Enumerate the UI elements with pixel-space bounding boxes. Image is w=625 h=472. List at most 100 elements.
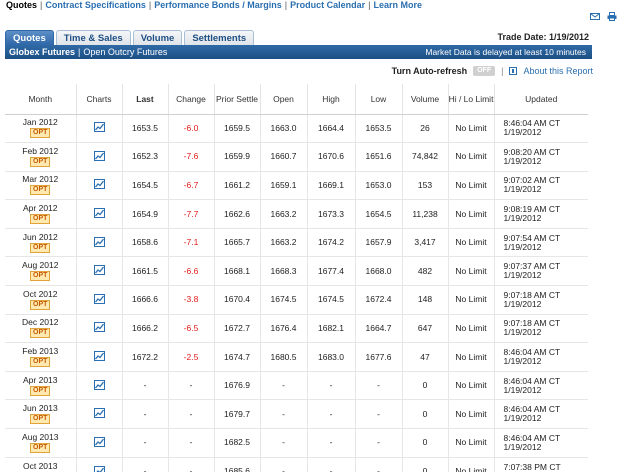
mail-icon[interactable]: [590, 12, 600, 21]
contract-month[interactable]: Apr 2012: [5, 204, 76, 213]
contract-month[interactable]: Apr 2013: [5, 375, 76, 385]
open-cell: 1660.7: [259, 142, 307, 172]
chart-icon[interactable]: [93, 436, 105, 447]
tab-volume[interactable]: Volume: [132, 30, 183, 45]
options-badge[interactable]: OPT: [30, 442, 51, 453]
table-row: Jan 2012 OPT 1653.5 -6.0 1659.5 1663.0 1664.4 1…: [5, 113, 588, 143]
chart-cell: [75, 227, 122, 257]
change-cell: -7.1: [167, 227, 214, 257]
options-badge[interactable]: OPT: [30, 214, 51, 225]
options-badge[interactable]: OPT: [30, 242, 51, 253]
chart-icon[interactable]: [93, 465, 105, 472]
chart-icon[interactable]: [93, 179, 105, 190]
chart-icon[interactable]: [93, 208, 105, 219]
updated-cell: 8:46:04 AM CT 1/19/2012: [493, 370, 588, 400]
updated-cell: 8:46:04 AM CT 1/19/2012: [493, 113, 588, 143]
chart-icon[interactable]: [93, 351, 105, 362]
contract-month[interactable]: Oct 2013: [5, 461, 76, 471]
chart-cell: [75, 428, 122, 458]
tab-settlements[interactable]: Settlements: [184, 30, 255, 45]
contract-month[interactable]: Jun 2013: [5, 404, 76, 413]
updated-date: 1/19/2012: [503, 384, 542, 395]
options-badge[interactable]: OPT: [30, 385, 51, 396]
refresh-separator: |: [501, 66, 504, 76]
volume-cell: 148: [401, 285, 448, 315]
contract-month[interactable]: Aug 2013: [5, 432, 76, 442]
table-row: Jun 2012 OPT 1658.6 -7.1 1665.7 1663.2 1674.2 1…: [5, 227, 588, 257]
contract-month[interactable]: Feb 2012: [5, 146, 76, 156]
print-icon[interactable]: [607, 12, 617, 21]
high-cell: 1682.1: [306, 313, 355, 343]
options-badge[interactable]: OPT: [30, 156, 51, 167]
trade-date: Trade Date: 1/19/2012: [497, 32, 589, 42]
chart-icon[interactable]: [93, 150, 105, 161]
updated-cell: 9:07:37 AM CT 1/19/2012: [493, 256, 588, 286]
low-cell: 1657.9: [354, 227, 402, 257]
chart-icon[interactable]: [93, 408, 105, 419]
tab-time-sales[interactable]: Time & Sales: [55, 30, 131, 45]
chart-icon[interactable]: [93, 293, 105, 304]
col-high: High: [306, 84, 355, 115]
about-report-link[interactable]: About this Report: [523, 66, 593, 76]
nav-contract-specifications[interactable]: Contract Specifications: [45, 0, 146, 10]
contract-month[interactable]: Feb 2013: [5, 347, 76, 356]
low-cell: 1653.0: [354, 170, 402, 200]
nav-performance-bonds[interactable]: Performance Bonds / Margins: [154, 0, 282, 10]
change-cell: -: [167, 370, 214, 400]
options-badge[interactable]: OPT: [30, 328, 51, 339]
change-cell: -3.8: [167, 285, 214, 315]
contract-month[interactable]: Mar 2012: [5, 175, 76, 184]
month-cell: Jun 2012 OPT: [5, 227, 76, 257]
contract-month[interactable]: Jun 2012: [5, 232, 76, 242]
nav-separator: |: [368, 0, 371, 10]
open-cell: 1663.2: [259, 199, 307, 229]
chart-cell: [75, 456, 122, 472]
nav-product-calendar[interactable]: Product Calendar: [290, 0, 365, 10]
delay-notice: Market Data is delayed at least 10 minut…: [425, 47, 586, 57]
options-badge[interactable]: OPT: [30, 414, 51, 425]
last-cell: -: [121, 370, 168, 400]
open-outcry-link[interactable]: Open Outcry Futures: [83, 47, 167, 57]
options-badge[interactable]: OPT: [30, 128, 51, 139]
updated-date: 1/19/2012: [503, 241, 542, 252]
contract-month[interactable]: Aug 2012: [5, 261, 76, 270]
tab-quotes[interactable]: Quotes: [5, 30, 54, 45]
limit-cell: No Limit: [447, 199, 494, 229]
options-badge[interactable]: OPT: [30, 185, 51, 196]
info-icon[interactable]: [509, 67, 518, 75]
high-cell: 1674.2: [306, 227, 355, 257]
table-row: Feb 2013 OPT 1672.2 -2.5 1674.7 1680.5 1683.0 1…: [5, 342, 588, 372]
contract-month[interactable]: Dec 2012: [5, 318, 76, 327]
updated-date: 1/19/2012: [503, 213, 542, 224]
updated-date: 1/19/2012: [503, 327, 542, 338]
limit-cell: No Limit: [447, 285, 494, 315]
volume-cell: 47: [401, 342, 448, 372]
globex-futures-link[interactable]: Globex Futures: [9, 47, 75, 57]
month-cell: Jun 2013 OPT: [5, 399, 76, 429]
month-cell: Feb 2013 OPT: [5, 342, 76, 372]
month-cell: Mar 2012 OPT: [5, 170, 76, 200]
nav-quotes[interactable]: Quotes: [6, 0, 37, 10]
chart-icon[interactable]: [93, 122, 105, 133]
volume-cell: 153: [401, 170, 448, 200]
options-badge[interactable]: OPT: [30, 271, 51, 282]
nav-learn-more[interactable]: Learn More: [373, 0, 422, 10]
auto-refresh-label: Turn Auto-refresh: [391, 66, 468, 76]
chart-icon[interactable]: [93, 265, 105, 276]
updated-cell: 7:07:38 PM CT1/18/2012: [493, 456, 588, 472]
options-badge[interactable]: OPT: [30, 299, 51, 310]
auto-refresh-toggle[interactable]: OFF: [473, 66, 496, 76]
chart-icon[interactable]: [93, 322, 105, 333]
chart-icon[interactable]: [93, 236, 105, 247]
open-cell: -: [259, 456, 307, 472]
options-badge[interactable]: OPT: [30, 357, 51, 368]
change-cell: -6.6: [167, 256, 214, 286]
chart-cell: [75, 313, 122, 343]
table-row: Dec 2012 OPT 1666.2 -6.5 1672.7 1676.4 1682.1 1…: [5, 313, 588, 343]
limit-cell: No Limit: [447, 113, 494, 143]
month-cell: Apr 2013 OPT: [5, 370, 76, 400]
contract-month[interactable]: Jan 2012: [5, 118, 76, 127]
change-cell: -: [167, 428, 214, 458]
chart-icon[interactable]: [93, 379, 105, 390]
contract-month[interactable]: Oct 2012: [5, 289, 76, 299]
